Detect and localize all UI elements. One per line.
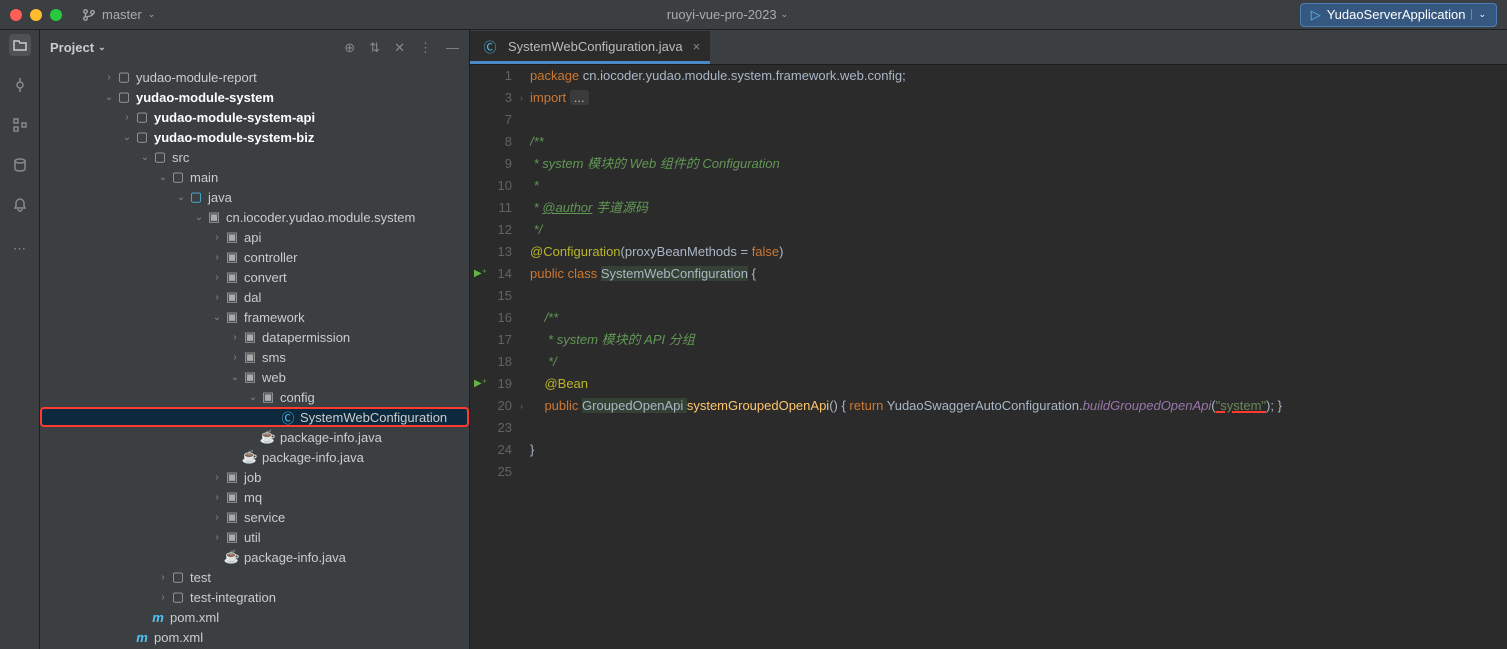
maximize-window-icon[interactable] (50, 9, 62, 21)
tree-item[interactable]: ›▣job (40, 467, 469, 487)
tree-item[interactable]: ›▢test (40, 567, 469, 587)
chevron-down-icon: ⌄ (98, 42, 106, 53)
tree-item[interactable]: ›▣dal (40, 287, 469, 307)
tree-item[interactable]: ⌄▣cn.iocoder.yudao.module.system (40, 207, 469, 227)
project-tool-icon[interactable] (9, 34, 31, 56)
chevron-down-icon: ⌄ (148, 9, 156, 20)
fold-icon[interactable]: › (520, 87, 523, 109)
minimize-window-icon[interactable] (30, 9, 42, 21)
tree-item[interactable]: ⌄▢main (40, 167, 469, 187)
code-body[interactable]: package cn.iocoder.yudao.module.system.f… (530, 65, 1507, 649)
tree-item[interactable]: ›▣mq (40, 487, 469, 507)
tree-item-selected[interactable]: ⒸSystemWebConfiguration (40, 407, 469, 427)
collapse-icon[interactable]: ✕ (394, 40, 405, 56)
structure-tool-icon[interactable] (9, 114, 31, 136)
tool-window-stripe: ⋯ (0, 30, 40, 649)
editor-area: Ⓒ SystemWebConfiguration.java × 1 3 7 8 … (470, 30, 1507, 649)
vcs-branch-widget[interactable]: master ⌄ (82, 7, 155, 22)
tree-item[interactable]: ›▣convert (40, 267, 469, 287)
tree-item[interactable]: ›▣api (40, 227, 469, 247)
tree-item[interactable]: mpom.xml (40, 607, 469, 627)
branch-icon (82, 8, 96, 22)
more-tool-icon[interactable]: ⋯ (9, 238, 31, 260)
run-gutter-icon[interactable]: ▶⁺ (474, 373, 487, 395)
tree-item[interactable]: ›▢test-integration (40, 587, 469, 607)
tree-item[interactable]: ⌄▣framework (40, 307, 469, 327)
hide-icon[interactable]: — (446, 40, 459, 56)
project-panel: Project ⌄ ⊕ ⇅ ✕ ⋮ — ›▢yudao-module-repor… (40, 30, 470, 649)
tree-item[interactable]: ⌄▢src (40, 147, 469, 167)
branch-name: master (102, 7, 142, 22)
tree-item[interactable]: ⌄▣config (40, 387, 469, 407)
commit-tool-icon[interactable] (9, 74, 31, 96)
tree-item[interactable]: ⌄▢java (40, 187, 469, 207)
tree-item[interactable]: ☕package-info.java (40, 447, 469, 467)
titlebar: master ⌄ ruoyi-vue-pro-2023 ⌄ ▷ YudaoSer… (0, 0, 1507, 30)
tree-item[interactable]: ☕package-info.java (40, 547, 469, 567)
editor-tabs: Ⓒ SystemWebConfiguration.java × (470, 30, 1507, 65)
project-tree[interactable]: ›▢yudao-module-report ⌄▢yudao-module-sys… (40, 65, 469, 649)
tree-item[interactable]: ›▢yudao-module-report (40, 67, 469, 87)
run-gutter-icon[interactable]: ▶⁺ (474, 263, 487, 285)
line-gutter: 1 3 7 8 9 10 11 12 13 14 15 16 17 18 19 … (470, 65, 530, 649)
code-editor[interactable]: 1 3 7 8 9 10 11 12 13 14 15 16 17 18 19 … (470, 65, 1507, 649)
expand-all-icon[interactable]: ⇅ (369, 40, 380, 56)
tree-item[interactable]: ›▣util (40, 527, 469, 547)
database-tool-icon[interactable] (9, 154, 31, 176)
tree-item[interactable]: ⌄▣web (40, 367, 469, 387)
tree-item[interactable]: ›▣sms (40, 347, 469, 367)
java-class-icon: Ⓒ (482, 38, 498, 54)
close-tab-icon[interactable]: × (693, 39, 701, 54)
tree-item[interactable]: mpom.xml (40, 627, 469, 647)
tree-item[interactable]: ›▣service (40, 507, 469, 527)
tree-item[interactable]: ⌄▢yudao-module-system-biz (40, 127, 469, 147)
tree-item[interactable]: ☕package-info.java (40, 427, 469, 447)
play-icon: ▷ (1311, 7, 1321, 23)
tree-item[interactable]: ›▢yudao-module-system-api (40, 107, 469, 127)
chevron-down-icon: ⌄ (781, 9, 789, 20)
run-configuration[interactable]: ▷ YudaoServerApplication ⌄ (1300, 3, 1497, 27)
fold-icon[interactable]: › (520, 395, 523, 417)
editor-tab[interactable]: Ⓒ SystemWebConfiguration.java × (470, 31, 710, 64)
select-opened-icon[interactable]: ⊕ (344, 40, 355, 56)
project-title[interactable]: ruoyi-vue-pro-2023 ⌄ (155, 7, 1299, 22)
panel-title[interactable]: Project ⌄ (50, 40, 106, 55)
tree-item[interactable]: ⌄▢yudao-module-system (40, 87, 469, 107)
tree-item[interactable]: ›▣controller (40, 247, 469, 267)
notifications-tool-icon[interactable] (9, 194, 31, 216)
tree-item[interactable]: ›▣datapermission (40, 327, 469, 347)
chevron-down-icon: ⌄ (1471, 9, 1486, 20)
window-controls (10, 9, 62, 21)
settings-icon[interactable]: ⋮ (419, 40, 432, 56)
close-window-icon[interactable] (10, 9, 22, 21)
